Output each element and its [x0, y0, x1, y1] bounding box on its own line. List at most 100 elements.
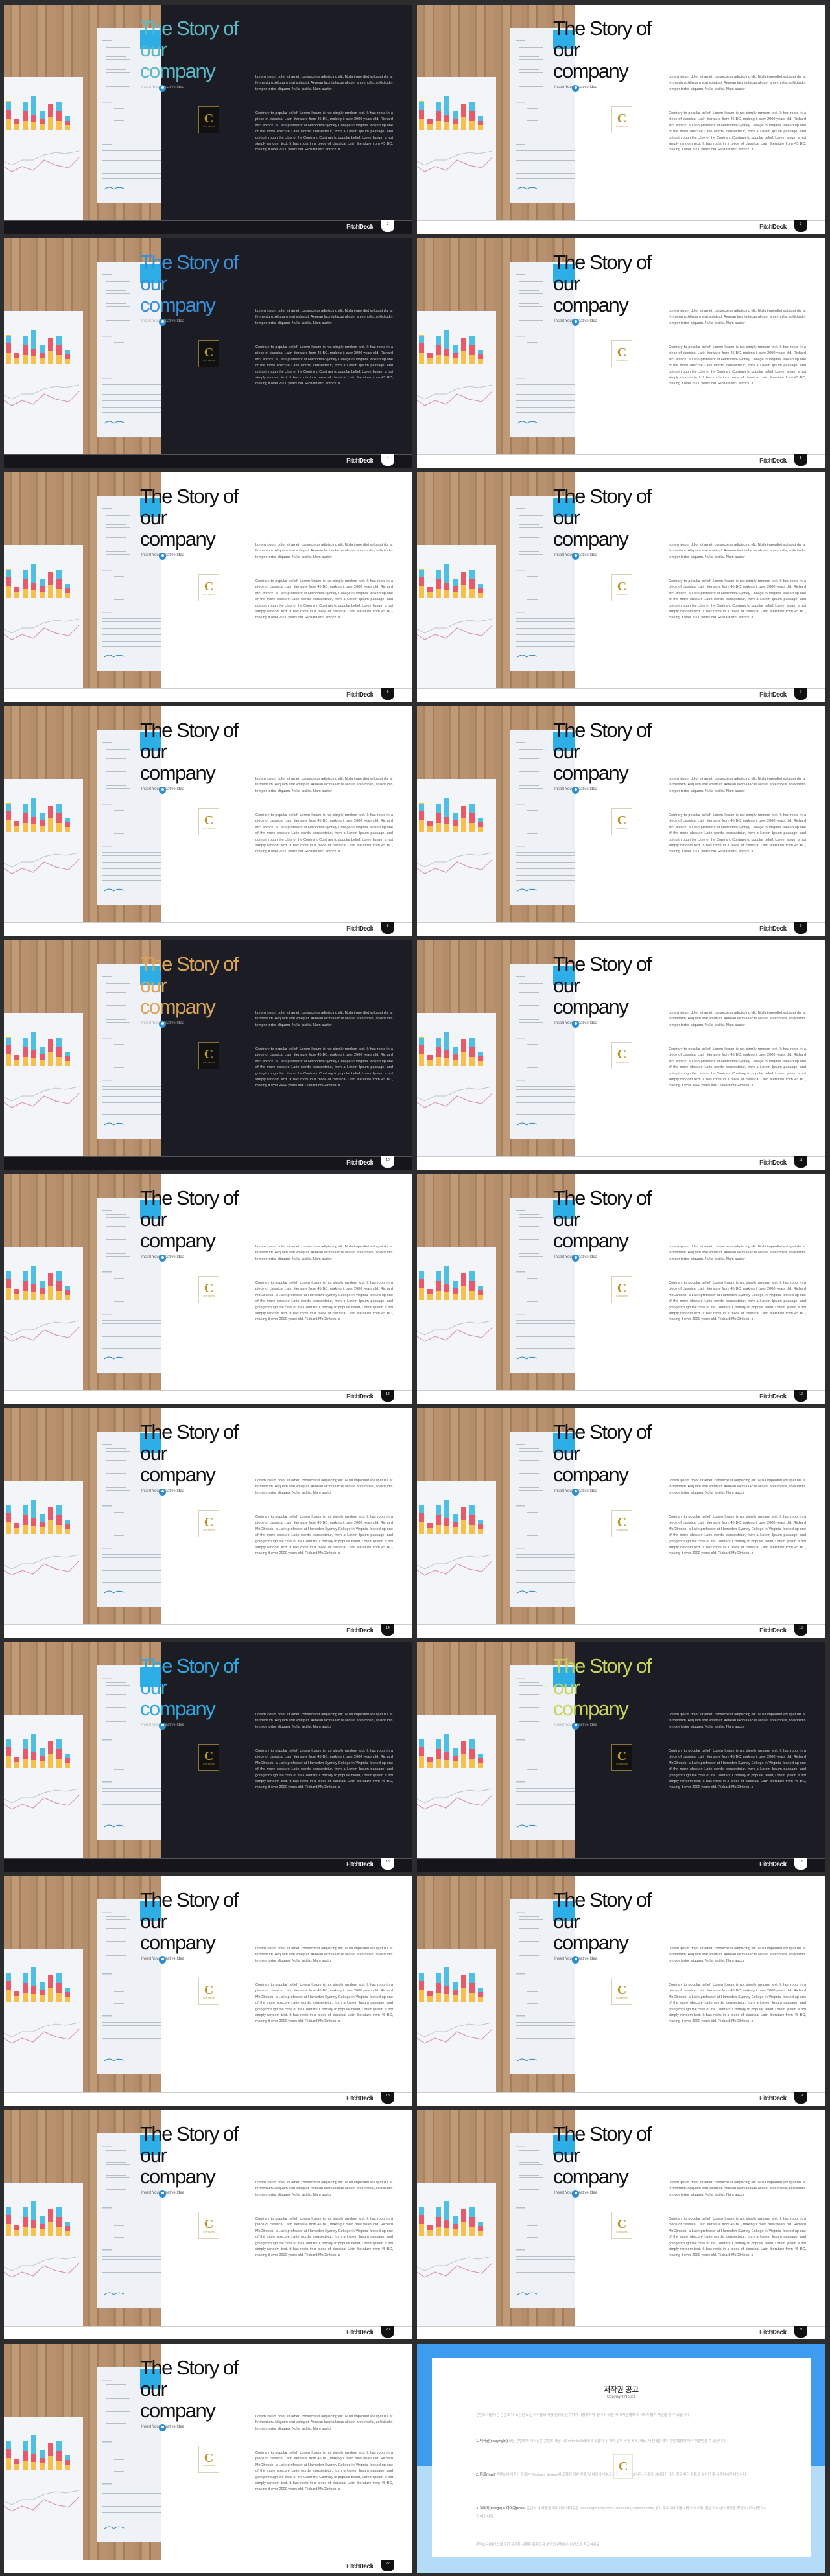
title-line: our [553, 38, 580, 61]
contents-logo: C CONTENTS [198, 1978, 219, 2005]
slide-thumbnail[interactable]: The Story of our company Insert Your Creati… [417, 5, 825, 234]
slide-thumbnail[interactable]: The Story of our company Insert Your Creati… [4, 1174, 412, 1404]
paragraph-body: Contrary to popular belief, Lorem Ipsum … [255, 1281, 393, 1322]
logo-letter: C [617, 1983, 627, 1997]
title-line: The Story of [140, 1888, 239, 1911]
slide-thumbnail[interactable]: The Story of our company Insert Your Creati… [4, 1642, 412, 1872]
slide-thumbnail[interactable]: The Story of our company Insert Your Creati… [417, 472, 825, 702]
brand-logo: PitchDeck [346, 691, 374, 699]
paragraph-body: Contrary to popular belief, Lorem Ipsum … [255, 1047, 393, 1088]
background-photo [4, 706, 161, 922]
paragraph-intro: Lorem ipsum dolor sit amet, consectetur … [669, 309, 806, 325]
logo-text: CONTENTS [615, 1295, 628, 1297]
brand-logo: PitchDeck [346, 2329, 374, 2336]
logo-text: CONTENTS [202, 1295, 215, 1297]
logo-text: CONTENTS [615, 593, 628, 596]
slide-title: The Story of our company [553, 2123, 652, 2187]
slide-thumbnail[interactable]: The Story of our company Insert Your Creati… [4, 238, 412, 468]
page-number-badge: 16 [381, 1858, 394, 1870]
slide-thumbnail[interactable]: The Story of our company Insert Your Creati… [417, 1408, 825, 1638]
slide-thumbnail[interactable]: The Story of our company Insert Your Creati… [417, 1876, 825, 2106]
logo-letter: C [204, 2217, 214, 2231]
copyright-intro: 콘텐츠 사용자는 콘텐츠 내 포함된 모든 저작물의 사용 범위를 준수하여 사… [476, 2413, 691, 2417]
slide-thumbnail[interactable]: The Story of our company Insert Your Creati… [4, 706, 412, 936]
paragraph-intro: Lorem ipsum dolor sit amet, consectetur … [669, 1947, 806, 1963]
brand-logo: PitchDeck [759, 224, 787, 231]
logo-letter: C [204, 1983, 214, 1997]
logo-text: CONTENTS [202, 2231, 215, 2233]
logo-text: CONTENTS [615, 1997, 628, 1999]
slide-thumbnail[interactable]: The Story of our company Insert Your Creati… [4, 5, 412, 234]
brand-bold: Deck [359, 2095, 374, 2102]
slide-title: The Story of our company [553, 719, 652, 783]
page-number-badge: 15 [794, 1624, 807, 1636]
brand-light: Pitch [759, 2329, 772, 2336]
logo-text: CONTENTS [202, 2465, 215, 2467]
contents-logo: C CONTENTS [611, 340, 632, 367]
logo-text: CONTENTS [202, 1997, 215, 1999]
logo-text: CONTENTS [202, 827, 215, 830]
slide-footer: PitchDeck 4 [4, 454, 412, 468]
brand-light: Pitch [346, 224, 359, 231]
logo-text: CONTENTS [202, 1529, 215, 1531]
slide-thumbnail[interactable]: The Story of our company Insert Your Creati… [4, 1876, 412, 2106]
slide-thumbnail[interactable]: The Story of our company Insert Your Creati… [4, 2110, 412, 2339]
slide-thumbnail[interactable]: The Story of our company Insert Your Creati… [417, 2110, 825, 2339]
person-icon [572, 1021, 579, 1028]
contents-logo: C CONTENTS [198, 1510, 219, 1537]
brand-bold: Deck [359, 2563, 374, 2570]
background-photo [417, 1876, 575, 2092]
title-line: our [140, 2378, 167, 2400]
person-icon [159, 1723, 166, 1730]
slide-thumbnail[interactable]: The Story of our company Insert Your Creati… [417, 1174, 825, 1404]
title-line: company [553, 294, 629, 316]
background-photo [417, 238, 575, 454]
title-line: company [140, 995, 216, 1018]
logo-letter: C [204, 1281, 214, 1295]
slide-thumbnail[interactable]: The Story of our company Insert Your Creati… [4, 472, 412, 702]
paragraph-intro: Lorem ipsum dolor sit amet, consectetur … [669, 1011, 806, 1027]
logo-text: CONTENTS [615, 827, 628, 830]
paragraph-body: Contrary to popular belief, Lorem Ipsum … [669, 111, 806, 152]
paragraph-intro: Lorem ipsum dolor sit amet, consectetur … [255, 1713, 393, 1729]
paragraph-intro: Lorem ipsum dolor sit amet, consectetur … [255, 777, 393, 793]
contents-logo: C CONTENTS [611, 106, 632, 133]
brand-logo: PitchDeck [759, 2329, 787, 2336]
slide-thumbnail[interactable]: The Story of our company Insert Your Creati… [417, 238, 825, 468]
background-photo [417, 940, 575, 1156]
background-photo [417, 2110, 575, 2326]
page-number-badge: 21 [794, 2326, 807, 2338]
brand-light: Pitch [759, 691, 772, 699]
slide-title: The Story of our company [140, 2356, 239, 2421]
copyright-slide[interactable]: 저작권 공고 Copyright Notice 콘텐츠 사용자는 콘텐츠 내 포함된… [417, 2344, 825, 2573]
page-number-badge: 20 [381, 2326, 394, 2338]
person-icon [159, 2424, 166, 2431]
brand-logo: PitchDeck [346, 1861, 374, 1868]
logo-letter: C [204, 1749, 214, 1763]
slide-thumbnail[interactable]: The Story of our company Insert Your Creati… [417, 1642, 825, 1872]
slide-footer: PitchDeck 14 [4, 1624, 412, 1638]
paragraph-body: Contrary to popular belief, Lorem Ipsum … [669, 1749, 806, 1790]
person-icon [572, 85, 579, 92]
title-line: The Story of [140, 2122, 239, 2145]
title-line: The Story of [553, 17, 652, 40]
brand-logo: PitchDeck [346, 224, 374, 231]
slide-title: The Story of our company [140, 953, 239, 1018]
slide-thumbnail[interactable]: The Story of our company Insert Your Creati… [417, 706, 825, 936]
logo-letter: C [617, 579, 627, 594]
slide-thumbnail[interactable]: The Story of our company Insert Your Creati… [4, 2344, 412, 2573]
logo-letter: C [204, 1515, 214, 1529]
background-photo [4, 5, 161, 220]
title-line: company [553, 1697, 629, 1720]
page-number-badge: 17 [794, 1858, 807, 1870]
title-line: our [553, 740, 580, 763]
slide-thumbnail[interactable]: The Story of our company Insert Your Creati… [417, 940, 825, 1170]
slide-thumbnail[interactable]: The Story of our company Insert Your Creati… [4, 940, 412, 1170]
paragraph-intro: Lorem ipsum dolor sit amet, consectetur … [669, 777, 806, 793]
title-line: our [140, 1676, 167, 1699]
title-line: The Story of [553, 251, 652, 273]
title-line: The Story of [140, 2356, 239, 2379]
slide-title: The Story of our company [553, 1655, 652, 1720]
brand-logo: PitchDeck [759, 1393, 787, 1400]
slide-thumbnail[interactable]: The Story of our company Insert Your Creati… [4, 1408, 412, 1638]
